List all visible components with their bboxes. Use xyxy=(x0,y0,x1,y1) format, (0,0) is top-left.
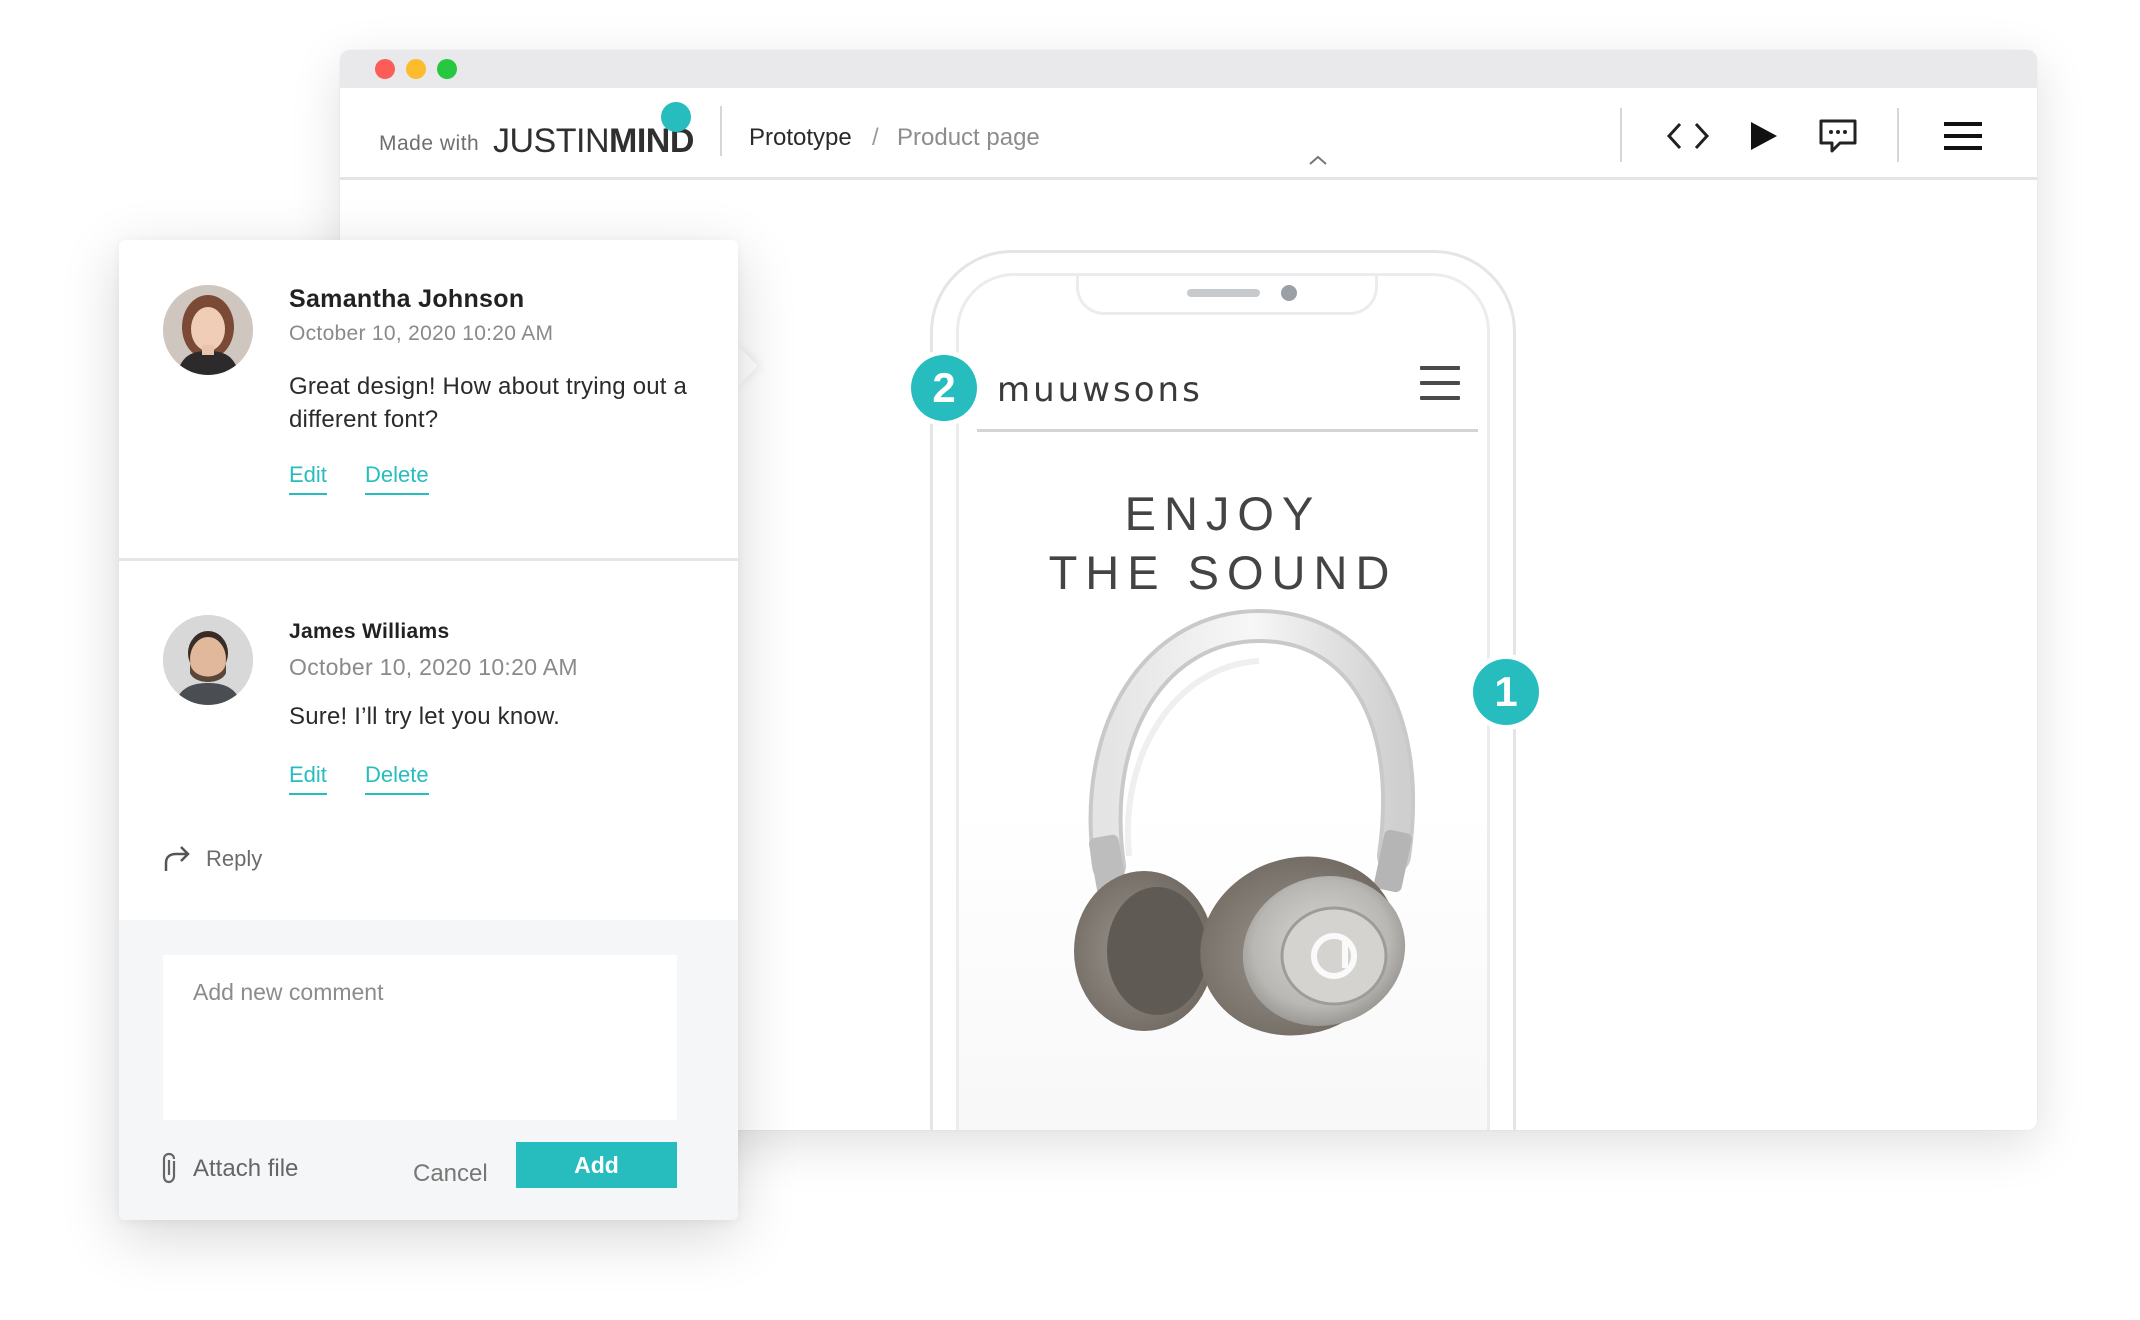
toolbar-divider xyxy=(1620,108,1622,162)
delete-comment-link[interactable]: Delete xyxy=(365,762,429,795)
comment-composer: Attach file Cancel Add xyxy=(119,920,738,1220)
attach-file-label: Attach file xyxy=(193,1155,299,1182)
toolbar-divider xyxy=(1897,108,1899,162)
comment-divider xyxy=(119,558,738,561)
maximize-window-button[interactable] xyxy=(437,59,457,79)
comment-author: James Williams xyxy=(289,620,450,643)
justinmind-logo[interactable]: JUSTINMIND xyxy=(493,122,694,161)
new-comment-input[interactable] xyxy=(163,955,677,1120)
minimize-window-button[interactable] xyxy=(406,59,426,79)
comments-button[interactable] xyxy=(1810,112,1866,160)
phone-notch xyxy=(1076,276,1378,315)
logo-dot xyxy=(661,102,691,132)
comment-date: October 10, 2020 10:20 AM xyxy=(289,654,578,680)
delete-comment-link[interactable]: Delete xyxy=(365,462,429,495)
chevron-up-icon[interactable] xyxy=(1308,154,1328,166)
toolbar: Made with JUSTINMIND Prototype / Product… xyxy=(340,88,2037,180)
panel-pointer xyxy=(736,344,758,388)
play-icon xyxy=(1751,122,1777,150)
breadcrumb-prototype[interactable]: Prototype xyxy=(749,124,852,152)
menu-button[interactable] xyxy=(1935,112,1991,160)
comments-panel: Samantha Johnson October 10, 2020 10:20 … xyxy=(119,240,738,1220)
logo-light-text: JUSTIN xyxy=(493,122,610,160)
menu-icon xyxy=(1944,122,1982,150)
reply-button[interactable]: Reply xyxy=(162,845,262,873)
annotation-badge-1[interactable]: 1 xyxy=(1473,659,1539,725)
avatar-image xyxy=(163,615,253,705)
comment-text: Sure! I’ll try let you know. xyxy=(289,703,561,730)
cancel-button[interactable]: Cancel xyxy=(413,1160,488,1188)
comment-date: October 10, 2020 10:20 AM xyxy=(289,322,554,345)
annotation-badge-2[interactable]: 2 xyxy=(911,355,977,421)
avatar-image xyxy=(163,285,253,375)
avatar-james xyxy=(163,615,253,705)
play-button[interactable] xyxy=(1735,112,1791,160)
attach-file-button[interactable]: Attach file xyxy=(159,1152,298,1186)
avatar-samantha xyxy=(163,285,253,375)
headphones-image xyxy=(1074,608,1415,1036)
nav-divider xyxy=(977,429,1478,432)
add-comment-button[interactable]: Add xyxy=(516,1142,677,1188)
brand-logo[interactable]: muuwsons xyxy=(997,370,1203,410)
title-bar xyxy=(340,50,2037,88)
hero-line-2: THE SOUND xyxy=(1048,546,1398,599)
code-button[interactable] xyxy=(1660,112,1716,160)
close-window-button[interactable] xyxy=(375,59,395,79)
reply-label: Reply xyxy=(206,846,263,871)
comment-author: Samantha Johnson xyxy=(289,285,525,313)
breadcrumb-separator: / xyxy=(872,124,879,151)
toolbar-divider xyxy=(720,106,722,156)
hamburger-menu-icon[interactable] xyxy=(1420,366,1460,400)
phone-mockup: muuwsons ENJOY THE SOUND xyxy=(930,250,1516,1130)
edit-comment-link[interactable]: Edit xyxy=(289,462,327,495)
breadcrumb-product-page[interactable]: Product page xyxy=(897,124,1040,152)
made-with-label: Made with xyxy=(379,132,480,155)
code-icon xyxy=(1666,122,1710,150)
reply-arrow-icon xyxy=(164,846,190,871)
comment-text: Great design! How about trying out a dif… xyxy=(289,373,688,433)
hero-heading: ENJOY THE SOUND xyxy=(959,484,1487,602)
hero-line-1: ENJOY xyxy=(1124,487,1322,540)
camera xyxy=(1281,285,1297,301)
speaker xyxy=(1187,289,1260,297)
comment-icon xyxy=(1819,119,1857,153)
edit-comment-link[interactable]: Edit xyxy=(289,762,327,795)
paperclip-icon xyxy=(162,1152,176,1184)
phone-screen: muuwsons ENJOY THE SOUND xyxy=(956,273,1490,1130)
